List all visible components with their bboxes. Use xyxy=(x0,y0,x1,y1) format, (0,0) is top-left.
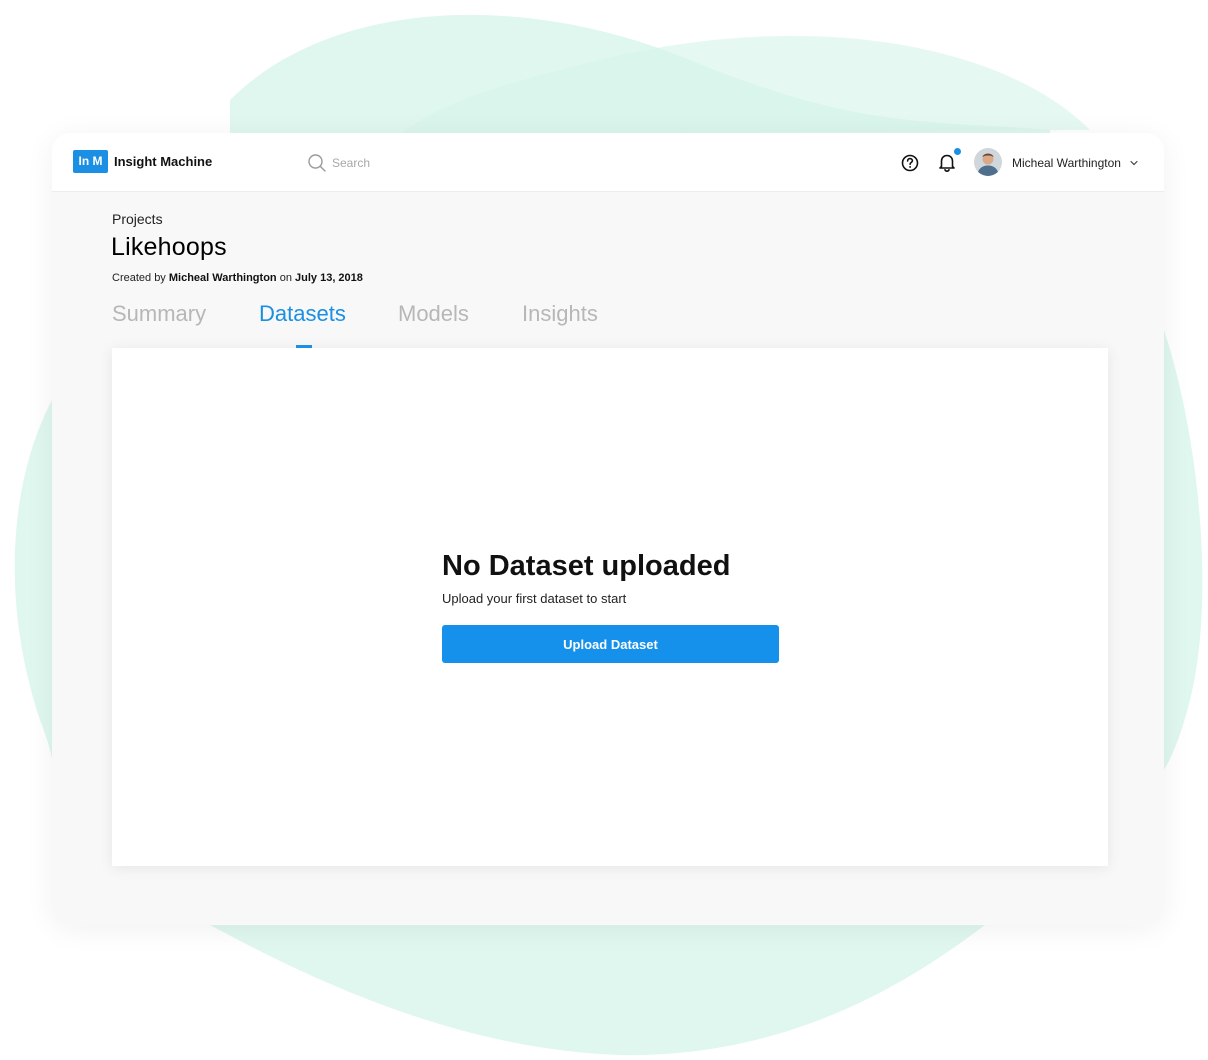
tab-datasets[interactable]: Datasets xyxy=(259,301,346,327)
tab-models[interactable]: Models xyxy=(398,301,469,327)
chevron-down-icon[interactable] xyxy=(1128,157,1140,169)
app-window: In M Insight Machine Search Micheal Wart… xyxy=(52,133,1164,925)
search-icon xyxy=(308,154,326,172)
meta-prefix: Created by xyxy=(112,272,166,284)
top-navigation-bar: In M Insight Machine Search Micheal Wart… xyxy=(52,133,1164,192)
breadcrumb[interactable]: Projects xyxy=(112,211,163,227)
upload-dataset-button[interactable]: Upload Dataset xyxy=(442,625,779,663)
empty-state-title: No Dataset uploaded xyxy=(442,550,731,582)
active-tab-indicator xyxy=(296,345,312,348)
empty-state-subtitle: Upload your first dataset to start xyxy=(442,591,627,606)
meta-date: July 13, 2018 xyxy=(295,272,363,284)
tab-summary[interactable]: Summary xyxy=(112,301,206,327)
meta-joiner: on xyxy=(279,272,292,284)
tab-insights[interactable]: Insights xyxy=(522,301,598,327)
help-circle-icon[interactable] xyxy=(900,153,920,173)
user-name[interactable]: Micheal Warthington xyxy=(1012,156,1121,170)
project-meta: Created by Micheal Warthington on July 1… xyxy=(112,272,363,284)
meta-author: Micheal Warthington xyxy=(168,272,277,284)
user-avatar[interactable] xyxy=(974,148,1002,176)
page-title: Likehoops xyxy=(111,233,227,261)
page-stage: In M Insight Machine Search Micheal Wart… xyxy=(0,0,1208,1060)
notification-badge xyxy=(954,148,961,155)
user-menu[interactable]: Micheal Warthington xyxy=(974,148,1144,176)
datasets-panel: No Dataset uploaded Upload your first da… xyxy=(112,348,1108,866)
search-input[interactable] xyxy=(332,153,532,173)
app-logo[interactable]: In M xyxy=(73,150,108,173)
app-name[interactable]: Insight Machine xyxy=(114,154,212,169)
